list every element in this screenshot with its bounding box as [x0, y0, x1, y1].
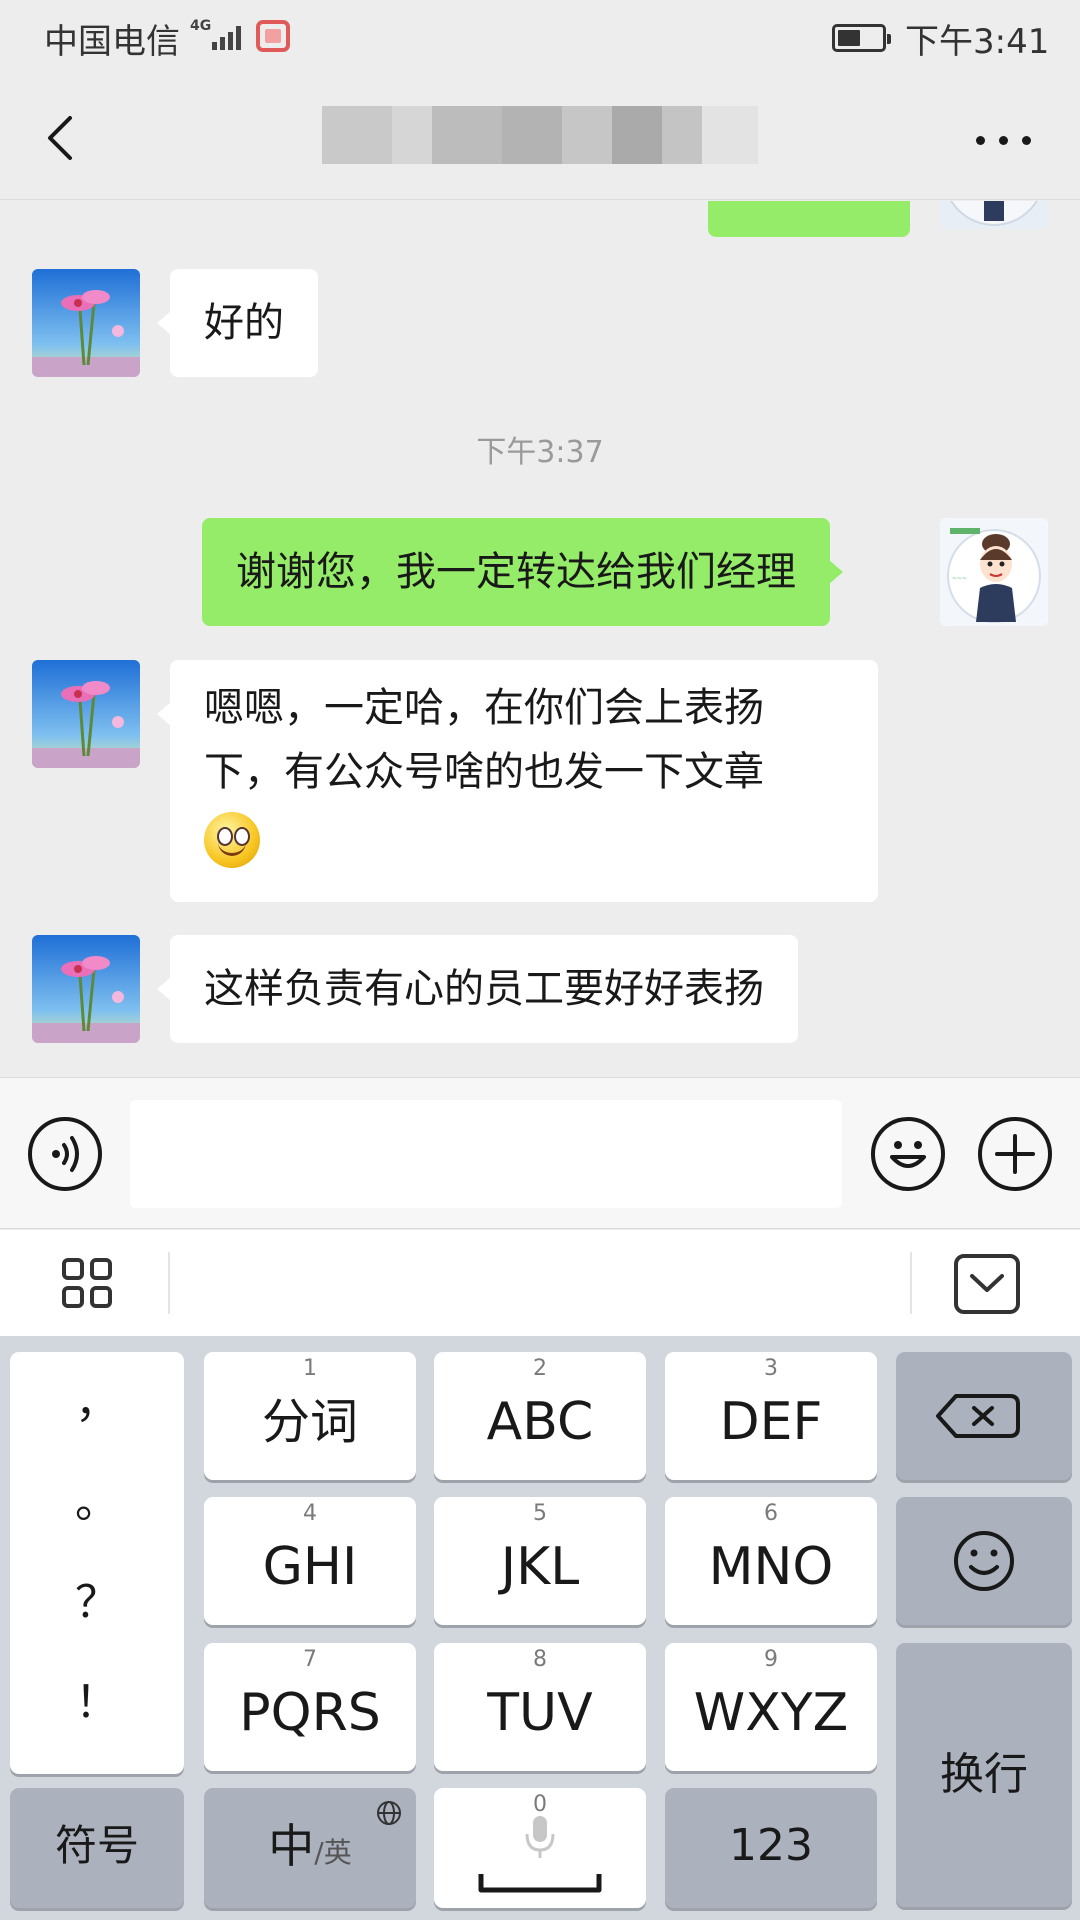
chat-messages: 好的 下午3:37 谢谢您，我一定转达给我们经理 ~~~ 嗯嗯，一定哈，在你们会… [0, 201, 1080, 1077]
key-number: 1 [303, 1356, 317, 1381]
flower-avatar-image [32, 269, 140, 377]
key-number: 7 [303, 1647, 317, 1672]
key-7[interactable]: 7 PQRS [204, 1643, 416, 1771]
key-label: GHI [262, 1537, 358, 1597]
status-time: 下午3:41 [905, 22, 1050, 62]
key-label: 分词 [261, 1394, 358, 1450]
key-label: PQRS [239, 1683, 381, 1743]
chat-header [0, 76, 1080, 200]
emoji-button[interactable] [871, 1117, 945, 1191]
enter-key[interactable]: 换行 [896, 1643, 1072, 1907]
key-label: JKL [500, 1537, 580, 1597]
chevron-down-icon [970, 1274, 1004, 1292]
key-number: 2 [533, 1356, 547, 1381]
punctuation-comma-key[interactable]: ， [10, 1366, 184, 1430]
t9-keyboard: ， 。 ？ ！ 1 分词 2 ABC 3 DEF 4 GHI 5 JKL 6 M… [0, 1336, 1080, 1920]
flower-avatar-image [32, 935, 140, 1043]
punctuation-panel[interactable]: ， 。 ？ ！ [10, 1352, 184, 1774]
space-bar-icon [478, 1874, 602, 1893]
key-9[interactable]: 9 WXYZ [665, 1643, 877, 1771]
key-label: MNO [708, 1537, 834, 1597]
message-notification-icon [256, 20, 290, 52]
key-label: 123 [729, 1820, 813, 1871]
key-label: TUV [487, 1683, 593, 1743]
message-bubble-received[interactable]: 嗯嗯，一定哈，在你们会上表扬 下，有公众号啥的也发一下文章 [157, 660, 878, 902]
more-button[interactable] [964, 112, 1044, 168]
avatar-contact[interactable] [32, 935, 140, 1043]
plus-button[interactable] [978, 1117, 1052, 1191]
language-switch-key[interactable]: 中/英 [204, 1788, 416, 1908]
punctuation-exclaim-key[interactable]: ！ [10, 1666, 184, 1730]
key-label: WXYZ [693, 1683, 849, 1743]
key-number: 5 [533, 1501, 547, 1526]
key-3[interactable]: 3 DEF [665, 1352, 877, 1480]
message-input-bar [0, 1077, 1080, 1229]
key-number: 8 [533, 1647, 547, 1672]
key-number: 4 [303, 1501, 317, 1526]
space-key[interactable]: 0 [434, 1788, 646, 1908]
key-label-main: 中 [268, 1819, 315, 1873]
message-input[interactable] [130, 1100, 842, 1208]
voice-button[interactable] [28, 1117, 102, 1191]
key-5[interactable]: 5 JKL [434, 1497, 646, 1625]
svg-text:~~~: ~~~ [952, 575, 967, 582]
key-number: 6 [764, 1501, 778, 1526]
keyboard-menu-button[interactable] [58, 1254, 118, 1314]
voice-icon [52, 1136, 79, 1172]
message-text-line: 下，有公众号啥的也发一下文章 [204, 749, 764, 795]
message-bubble-sent [708, 201, 910, 237]
back-button[interactable] [30, 106, 94, 170]
divider [168, 1252, 170, 1314]
chat-title-blurred [322, 106, 758, 164]
emoji-icon [954, 1531, 1014, 1591]
message-timestamp: 下午3:37 [476, 435, 604, 470]
chevron-left-icon [48, 116, 72, 160]
message-bubble-sent[interactable]: 谢谢您，我一定转达给我们经理 [202, 518, 843, 626]
key-6[interactable]: 6 MNO [665, 1497, 877, 1625]
symbols-key[interactable]: 符号 [10, 1788, 184, 1908]
key-number: 3 [764, 1356, 778, 1381]
status-bar: 中国电信 4G 下午3:41 [0, 0, 1080, 76]
carrier-name: 中国电信 [44, 22, 180, 62]
key-1[interactable]: 1 分词 [204, 1352, 416, 1480]
keyboard-toolbar [0, 1230, 1080, 1336]
avatar-self[interactable]: ~~~ [940, 518, 1048, 626]
key-8[interactable]: 8 TUV [434, 1643, 646, 1771]
avatar-contact[interactable] [32, 269, 140, 377]
cartoon-avatar-image: ~~~ [940, 518, 1048, 626]
avatar-self[interactable] [940, 201, 1048, 229]
punctuation-question-key[interactable]: ？ [10, 1566, 184, 1630]
key-label: 符号 [54, 1821, 139, 1870]
key-number: 9 [764, 1647, 778, 1672]
key-2[interactable]: 2 ABC [434, 1352, 646, 1480]
message-text: 好的 [204, 300, 284, 346]
network-type: 4G [190, 18, 212, 34]
signal-icon [210, 22, 246, 50]
enter-key-label: 换行 [940, 1749, 1028, 1800]
punctuation-period-key[interactable]: 。 [10, 1466, 184, 1530]
message-bubble-received[interactable]: 这样负责有心的员工要好好表扬 [157, 935, 798, 1043]
message-text-line: 嗯嗯，一定哈，在你们会上表扬 [204, 685, 764, 731]
microphone-icon [525, 1816, 555, 1858]
divider [910, 1252, 912, 1314]
flower-avatar-image [32, 660, 140, 768]
smiley-emoji-icon [204, 812, 260, 868]
battery-icon [832, 24, 891, 52]
plus-icon [995, 1134, 1035, 1174]
emoji-key[interactable] [896, 1497, 1072, 1625]
key-label: DEF [719, 1392, 823, 1452]
hide-keyboard-button[interactable] [954, 1254, 1020, 1314]
message-bubble-received[interactable]: 好的 [157, 269, 318, 377]
backspace-key[interactable] [896, 1352, 1072, 1480]
emoji-icon [890, 1141, 926, 1168]
message-text: 这样负责有心的员工要好好表扬 [204, 966, 764, 1012]
key-4[interactable]: 4 GHI [204, 1497, 416, 1625]
key-label: ABC [486, 1392, 594, 1452]
avatar-contact[interactable] [32, 660, 140, 768]
key-label-alt: /英 [314, 1836, 352, 1869]
numbers-key[interactable]: 123 [665, 1788, 877, 1908]
message-text: 谢谢您，我一定转达给我们经理 [236, 549, 796, 595]
backspace-icon [936, 1394, 1020, 1438]
